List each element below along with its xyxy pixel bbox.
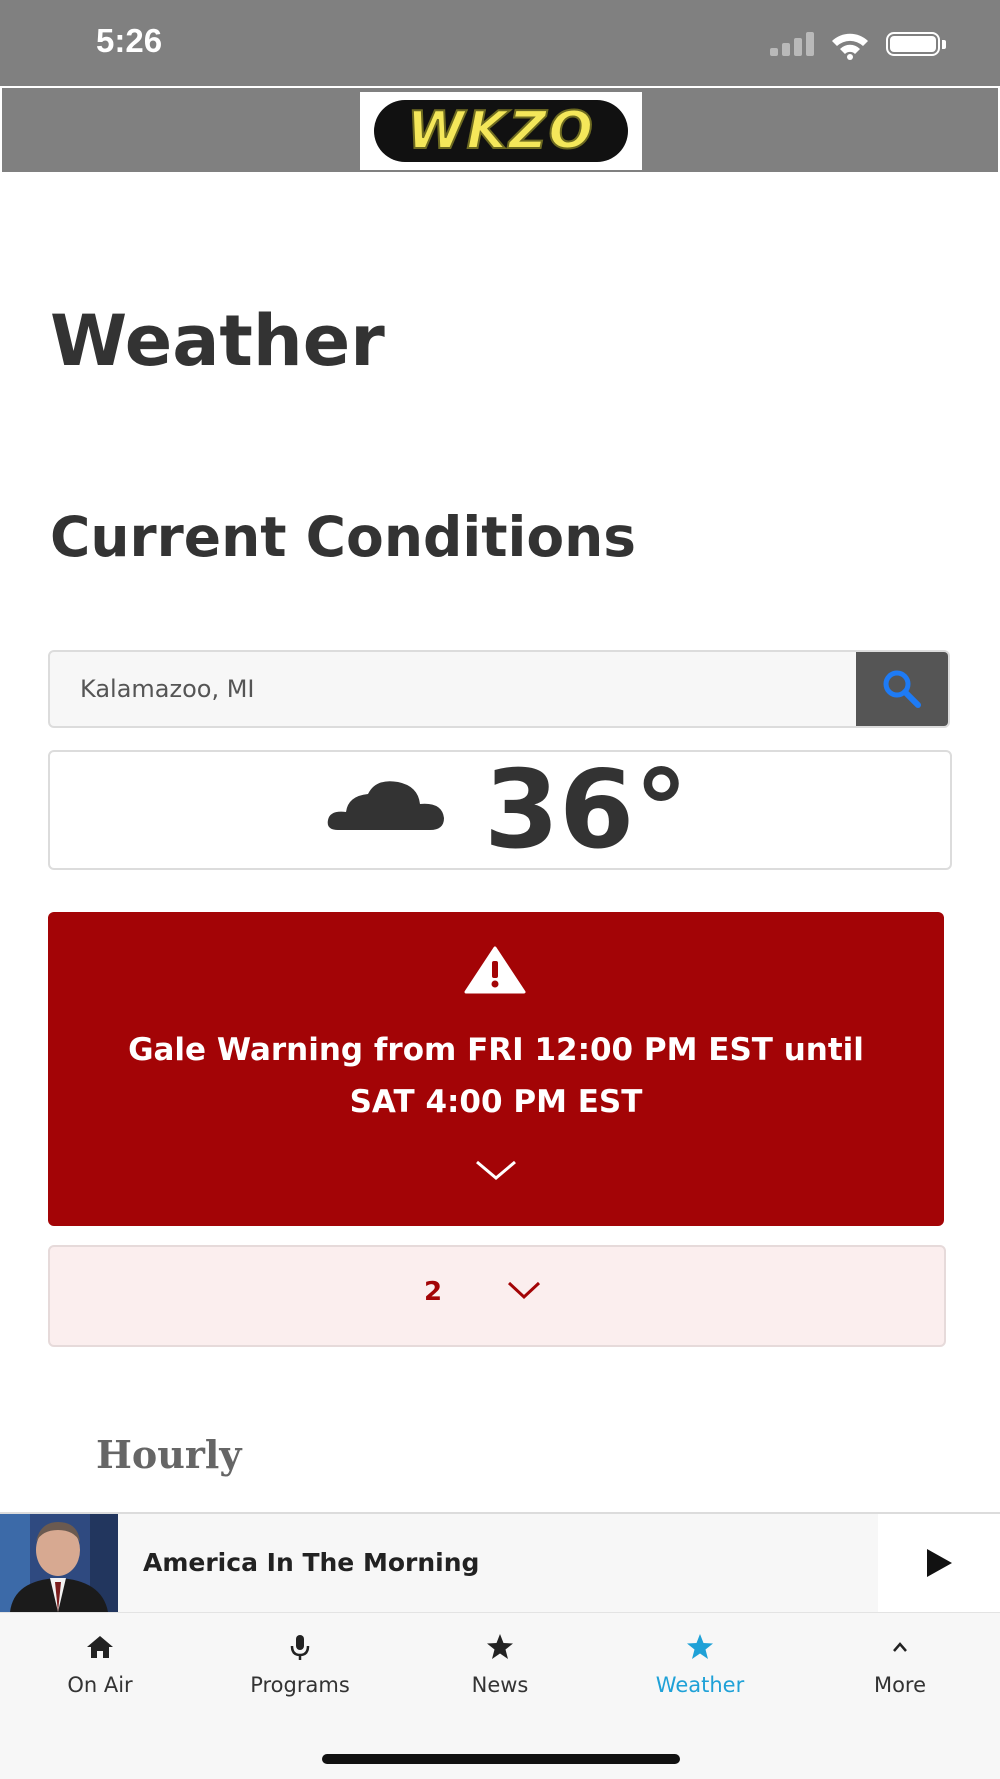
star-icon xyxy=(687,1634,713,1659)
page-title: Weather xyxy=(50,300,385,382)
play-icon xyxy=(927,1549,952,1577)
cloud-icon xyxy=(327,781,444,830)
warning-icon xyxy=(464,946,526,994)
status-bar: 5:26 xyxy=(0,0,1000,86)
tab-weather[interactable]: Weather xyxy=(600,1613,800,1713)
tab-label: News xyxy=(471,1673,529,1697)
header-bar: WKZO xyxy=(2,88,998,172)
tab-label: More xyxy=(873,1673,927,1697)
hourly-title: Hourly xyxy=(96,1432,242,1477)
tab-label: Weather xyxy=(655,1673,745,1697)
program-thumbnail xyxy=(0,1514,118,1612)
tab-news[interactable]: News xyxy=(400,1613,600,1713)
tab-more[interactable]: More xyxy=(800,1613,1000,1713)
search-icon xyxy=(883,670,921,708)
weather-alert-card[interactable]: Gale Warning from FRI 12:00 PM EST until… xyxy=(48,912,944,1226)
chevron-up-icon xyxy=(893,1642,907,1652)
more-alerts-toggle[interactable]: 2 xyxy=(48,1245,946,1347)
now-playing-bar[interactable]: America In The Morning xyxy=(0,1512,1000,1612)
wifi-icon xyxy=(832,33,868,60)
play-button[interactable] xyxy=(878,1514,1000,1612)
tab-label: Programs xyxy=(250,1673,350,1697)
station-logo[interactable]: WKZO xyxy=(360,92,642,170)
temperature-value: 36° xyxy=(484,748,689,873)
alert-text: Gale Warning from FRI 12:00 PM EST until… xyxy=(128,1032,864,1120)
more-alerts-count: 2 xyxy=(424,1277,443,1307)
current-conditions-card: 36° xyxy=(48,748,952,873)
now-playing-title: America In The Morning xyxy=(143,1548,480,1577)
tab-programs[interactable]: Programs xyxy=(200,1613,400,1713)
chevron-down-icon[interactable] xyxy=(474,1158,518,1182)
logo-text: WKZO xyxy=(406,100,595,162)
location-search-input[interactable] xyxy=(50,652,858,726)
home-icon xyxy=(87,1636,113,1658)
section-title: Current Conditions xyxy=(50,505,637,569)
search-button[interactable] xyxy=(856,652,948,726)
battery-icon xyxy=(886,32,946,58)
microphone-icon xyxy=(290,1635,310,1660)
star-icon xyxy=(487,1634,513,1659)
tab-label: On Air xyxy=(67,1673,133,1697)
chevron-down-icon xyxy=(507,1281,541,1300)
location-search xyxy=(48,650,950,728)
tab-on-air[interactable]: On Air xyxy=(0,1613,200,1713)
cellular-signal-icon xyxy=(770,32,814,56)
status-time: 5:26 xyxy=(96,22,163,59)
logo-badge: WKZO xyxy=(374,100,628,162)
home-indicator xyxy=(322,1754,680,1764)
